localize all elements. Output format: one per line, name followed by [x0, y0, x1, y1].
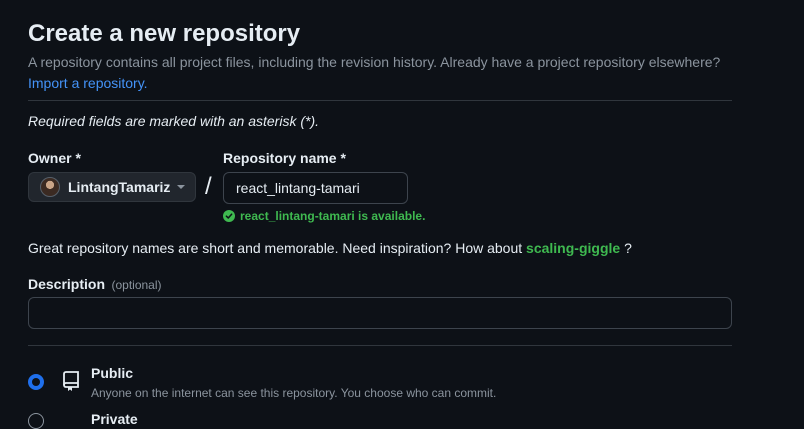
name-inspiration: Great repository names are short and mem… — [28, 240, 632, 256]
page-subtitle: A repository contains all project files,… — [28, 54, 721, 70]
divider — [28, 100, 732, 101]
description-label-text: Description — [28, 276, 106, 292]
import-repository-link[interactable]: Import a repository. — [28, 75, 148, 91]
required-fields-note: Required fields are marked with an aster… — [28, 113, 320, 129]
owner-dropdown[interactable]: LintangTamariz — [28, 172, 196, 202]
visibility-public-description: Anyone on the internet can see this repo… — [91, 386, 497, 400]
repo-name-label: Repository name * — [223, 150, 346, 166]
avatar — [40, 177, 60, 197]
visibility-private-radio[interactable] — [28, 413, 44, 429]
divider — [28, 345, 732, 346]
caret-down-icon — [177, 185, 185, 189]
visibility-private-title: Private — [91, 411, 138, 427]
repo-name-input[interactable] — [223, 172, 408, 204]
description-label: Description (optional) — [28, 276, 162, 294]
optional-hint: (optional) — [111, 278, 162, 292]
page-title: Create a new repository — [28, 20, 301, 47]
description-input[interactable] — [28, 297, 732, 329]
inspiration-suffix: ? — [624, 240, 632, 256]
inspiration-text: Great repository names are short and mem… — [28, 240, 523, 256]
availability-status: react_lintang-tamari is available. — [223, 209, 425, 223]
repo-icon — [63, 371, 79, 391]
owner-repo-separator: / — [205, 173, 212, 200]
check-circle-icon — [223, 210, 235, 222]
visibility-public-radio[interactable] — [28, 374, 44, 390]
suggested-name-link[interactable]: scaling-giggle — [526, 240, 620, 256]
owner-name: LintangTamariz — [68, 179, 171, 195]
availability-text: react_lintang-tamari is available. — [240, 209, 426, 223]
visibility-public-title: Public — [91, 365, 134, 381]
owner-label: Owner * — [28, 150, 81, 166]
